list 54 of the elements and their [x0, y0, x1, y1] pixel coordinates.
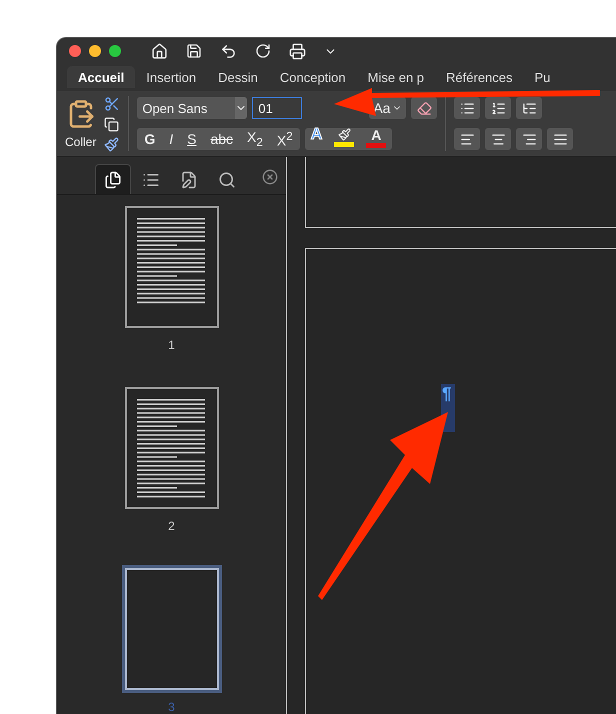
- eraser-icon: [416, 100, 432, 116]
- close-button[interactable]: [69, 45, 81, 57]
- text-color-button[interactable]: A: [304, 128, 328, 150]
- search-icon: [218, 170, 236, 188]
- paste-button[interactable]: Coller: [65, 98, 96, 148]
- nav-tab[interactable]: [95, 164, 131, 194]
- bullet-list-icon: [460, 100, 475, 116]
- save-icon[interactable]: [186, 43, 202, 59]
- redo-icon[interactable]: [255, 43, 271, 59]
- format-button[interactable]: I: [162, 128, 180, 150]
- multilevel-list-button[interactable]: [516, 97, 542, 119]
- format-button[interactable]: abc: [203, 128, 240, 150]
- align-left-button[interactable]: [454, 128, 480, 150]
- format-button[interactable]: G: [137, 128, 162, 150]
- undo-icon[interactable]: [220, 42, 237, 60]
- format-painter-icon[interactable]: [104, 136, 120, 152]
- clear-formatting-button[interactable]: [411, 97, 438, 119]
- ribbon-tab[interactable]: Références: [435, 66, 524, 88]
- format-button[interactable]: X$^{2}$: [270, 128, 300, 150]
- ribbon-tab[interactable]: Accueil: [67, 66, 136, 88]
- ribbon-tab[interactable]: Dessin: [207, 66, 269, 88]
- pages-icon: [104, 170, 122, 188]
- highlighter-icon: [338, 128, 351, 141]
- ribbon-tab[interactable]: Conception: [268, 66, 357, 88]
- ribbon-tab[interactable]: Mise en p: [356, 66, 436, 88]
- close-icon[interactable]: [262, 169, 278, 185]
- justify-button[interactable]: [547, 128, 574, 150]
- home-icon[interactable]: [151, 42, 168, 60]
- align-center-icon: [490, 132, 506, 146]
- page-number: 1: [168, 338, 175, 352]
- format-button[interactable]: X$_{2}$: [240, 128, 270, 150]
- zoom-button[interactable]: [109, 45, 121, 57]
- minimize-button[interactable]: [89, 45, 101, 57]
- font-name-dropdown[interactable]: Open Sans: [137, 97, 248, 119]
- numbered-list-icon: [490, 100, 506, 116]
- format-button[interactable]: S: [180, 128, 204, 150]
- multilevel-list-icon: [522, 100, 537, 116]
- align-left-icon: [460, 132, 475, 146]
- ribbon-tab[interactable]: Insertion: [135, 66, 208, 88]
- numbering-button[interactable]: [485, 97, 512, 119]
- document-edit-icon: [180, 170, 198, 188]
- align-right-button[interactable]: [516, 128, 542, 150]
- align-right-icon: [522, 132, 537, 146]
- font-size-field[interactable]: 01: [252, 97, 302, 119]
- copy-icon[interactable]: [104, 116, 120, 132]
- text-color-button[interactable]: A: [360, 128, 392, 150]
- cut-icon[interactable]: [104, 96, 120, 112]
- page-number: 3: [168, 700, 175, 714]
- page-number: 2: [168, 519, 175, 533]
- ribbon-tab[interactable]: Pu: [524, 66, 562, 88]
- print-icon[interactable]: [289, 42, 306, 60]
- align-center-button[interactable]: [485, 128, 512, 150]
- justify-icon: [552, 132, 568, 146]
- bullets-button[interactable]: [454, 97, 480, 119]
